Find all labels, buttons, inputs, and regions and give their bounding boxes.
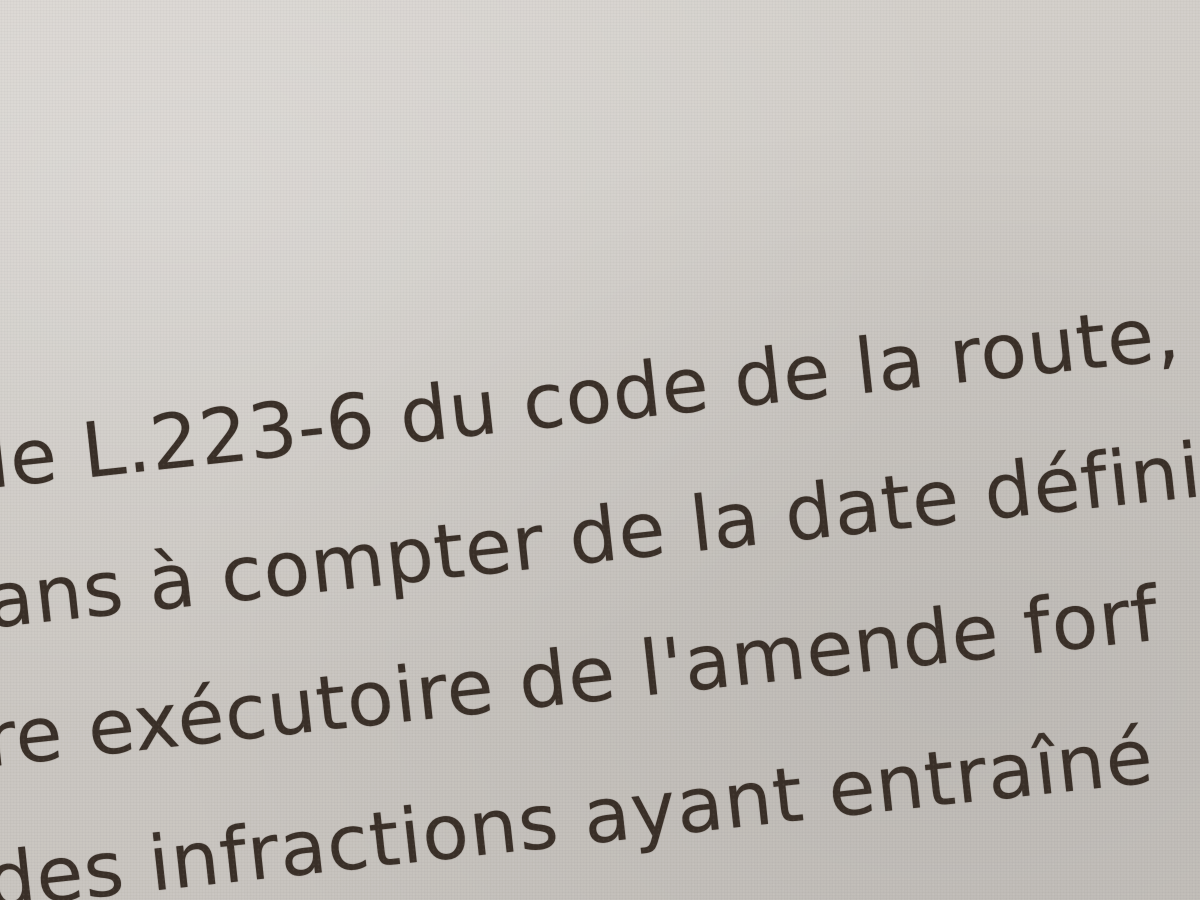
paper-sheet: le L.223-6 du code de la route, ans à co… bbox=[0, 0, 1200, 900]
printed-text-block: le L.223-6 du code de la route, ans à co… bbox=[0, 0, 1200, 900]
